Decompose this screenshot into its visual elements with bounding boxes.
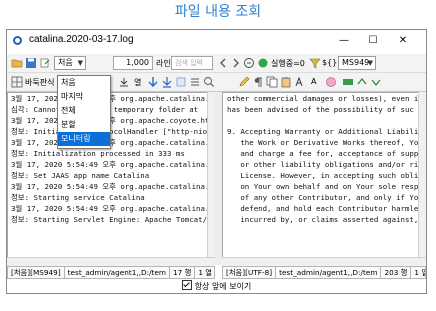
chevron-down-icon: ▼ (77, 59, 83, 67)
menu-item-split[interactable]: 분할 (58, 118, 110, 132)
search-previous-icon[interactable] (217, 57, 229, 69)
log-line: the Work or Derivative Works thereof, Yo… (227, 138, 423, 147)
columns-label: 열 (134, 78, 142, 87)
view-mode-value: 처음 (58, 58, 73, 67)
close-button[interactable]: ✕ (389, 30, 417, 52)
view-mode-dropdown-menu: 처음 마지막 전체 분할 모니터링 (57, 75, 111, 149)
status-path: test_admin/agent1,,D:/tem (276, 267, 382, 278)
menu-item-monitoring[interactable]: 모니터링 (58, 132, 110, 146)
copy-icon[interactable] (266, 76, 278, 88)
always-on-top-label[interactable]: 항상 앞에 보이기 (195, 282, 252, 291)
status-mode: [처음][UTF-8] (223, 267, 277, 278)
log-line: 3월 17, 2020 5:54:49 오후 org.apache.catali… (11, 182, 215, 191)
line-number-input[interactable]: 1,000 (113, 56, 153, 70)
log-line: 3월 17, 2020 5:54:49 오후 org.apache.catali… (11, 160, 215, 169)
log-line: 3월 17, 2020 5:54:49 오후 org.apache.catali… (11, 204, 215, 213)
grid-layout-icon[interactable] (11, 76, 23, 88)
log-line: 9. Accepting Warranty or Additional Liab… (227, 127, 426, 136)
log-line: defend, and hold each Contributor harmle… (227, 204, 426, 213)
log-line: 정보: Initialization processed in 333 ms (11, 149, 185, 158)
log-line: 3월 17, 2020 5:54:49 오후 org.apache.catali… (11, 94, 215, 103)
right-log-pane[interactable]: other commercial damages or losses), eve… (222, 92, 426, 265)
log-line: of any other Contributor, and only if Yo… (227, 193, 423, 202)
search-next-icon[interactable] (230, 57, 242, 69)
log-line: incurred by, or claims asserted against,… (227, 215, 426, 224)
always-on-top-checkbox[interactable] (181, 280, 192, 290)
pane-splitter[interactable] (215, 92, 222, 265)
search-input[interactable]: 검색 입력 (171, 56, 213, 70)
reload-icon[interactable] (39, 57, 51, 69)
status-column: 1 열 (411, 267, 425, 278)
log-line: License. However, in accepting such obli… (227, 171, 426, 180)
lines-icon[interactable] (189, 76, 201, 88)
right-status-bar: [처음][UTF-8] test_admin/agent1,,D:/tem 203 … (222, 266, 426, 279)
sync-scroll-icon[interactable] (342, 76, 354, 88)
log-line: 정보: Starting Servlet Engine: Apache Tomc… (11, 215, 215, 224)
charset-value: MS949 (342, 58, 370, 67)
status-line-count: 17 행 (170, 267, 196, 278)
view-mode-select[interactable]: 처음 ▼ (54, 56, 86, 70)
right-horizontal-scrollbar[interactable] (222, 257, 426, 266)
status-line-count: 203 행 (381, 267, 412, 278)
main-toolbar: 처음 ▼ 1,000 라인 검색 입력 실행중=0 ${} MS949 ▼ (7, 54, 426, 73)
log-viewer-window: catalina.2020-03-17.log — ☐ ✕ 처음 ▼ 1,000… (6, 29, 427, 294)
highlight-icon[interactable] (175, 76, 187, 88)
left-horizontal-scrollbar[interactable] (7, 257, 215, 266)
nav-up-icon[interactable] (356, 76, 368, 88)
arrow-down-blue-icon[interactable] (147, 76, 159, 88)
run-count-label: 실행중=0 (271, 59, 305, 68)
app-logo-icon (13, 36, 22, 45)
log-line: 정보: Initializing ProtocolHandler ["http-… (11, 127, 215, 136)
minimize-button[interactable]: — (330, 30, 358, 52)
font-size-label[interactable]: A (311, 77, 316, 86)
chevron-down-icon: ▼ (367, 59, 373, 67)
log-line: or other liability obligations and/or ri… (227, 160, 426, 169)
pencil-icon[interactable] (238, 76, 250, 88)
left-status-bar: [처음][MS949] test_admin/agent1,,D:/tem 17 행… (7, 266, 215, 279)
status-column: 1 열 (195, 267, 214, 278)
regex-label: ${} (322, 58, 338, 67)
zoom-icon[interactable] (203, 76, 215, 88)
log-line: has been advised of the possibility of s… (227, 105, 414, 114)
log-line: other commercial damages or losses), eve… (227, 94, 419, 103)
menu-item-all[interactable]: 전체 (58, 104, 110, 118)
palette-icon[interactable] (325, 76, 337, 88)
nav-down-icon[interactable] (370, 76, 382, 88)
log-line: 3월 17, 2020 5:54:49 오후 org.apache.coyote… (11, 116, 215, 125)
status-mode: [처음][MS949] (8, 267, 65, 278)
page-caption: 파일 내용 조회 (174, 4, 262, 20)
arrow-down-end-icon[interactable] (161, 76, 173, 88)
right-vertical-scrollbar[interactable] (418, 92, 426, 257)
menu-item-last[interactable]: 마지막 (58, 90, 110, 104)
log-line: on Your own behalf and on Your sole resp… (227, 182, 426, 191)
paragraph-icon[interactable] (252, 76, 264, 88)
case-icon[interactable] (294, 76, 306, 88)
open-folder-icon[interactable] (11, 57, 23, 69)
title-bar[interactable]: catalina.2020-03-17.log — ☐ ✕ (7, 30, 426, 52)
run-status-icon (257, 57, 269, 69)
always-on-top-row: 항상 앞에 보이기 (7, 280, 426, 293)
log-line: 심각: Cannot f temporary folder at (11, 105, 199, 114)
log-line: and charge a fee for, acceptance of supp… (227, 149, 426, 158)
log-line: 정보: Set JAAS app name Catalina (11, 171, 150, 180)
menu-item-first[interactable]: 처음 (58, 76, 110, 90)
funnel-icon[interactable] (309, 57, 321, 69)
charset-select[interactable]: MS949 ▼ (338, 56, 376, 70)
log-line: 정보: Starting service Catalina (11, 193, 145, 202)
paste-icon[interactable] (280, 76, 292, 88)
log-line: 3월 17, 2020 5:54:49 오후 org.apache.catali… (11, 138, 215, 147)
window-title: catalina.2020-03-17.log (29, 34, 134, 45)
maximize-button[interactable]: ☐ (359, 30, 387, 52)
save-icon[interactable] (25, 57, 37, 69)
align-bottom-icon[interactable] (118, 76, 130, 88)
filter-icon[interactable] (243, 57, 255, 69)
wrap-label: 바둑판식 (25, 78, 55, 87)
status-path: test_admin/agent1,,D:/tem (65, 267, 171, 278)
left-log-pane[interactable]: 3월 17, 2020 5:54:49 오후 org.apache.catali… (7, 92, 215, 265)
line-label: 라인 (156, 59, 171, 68)
